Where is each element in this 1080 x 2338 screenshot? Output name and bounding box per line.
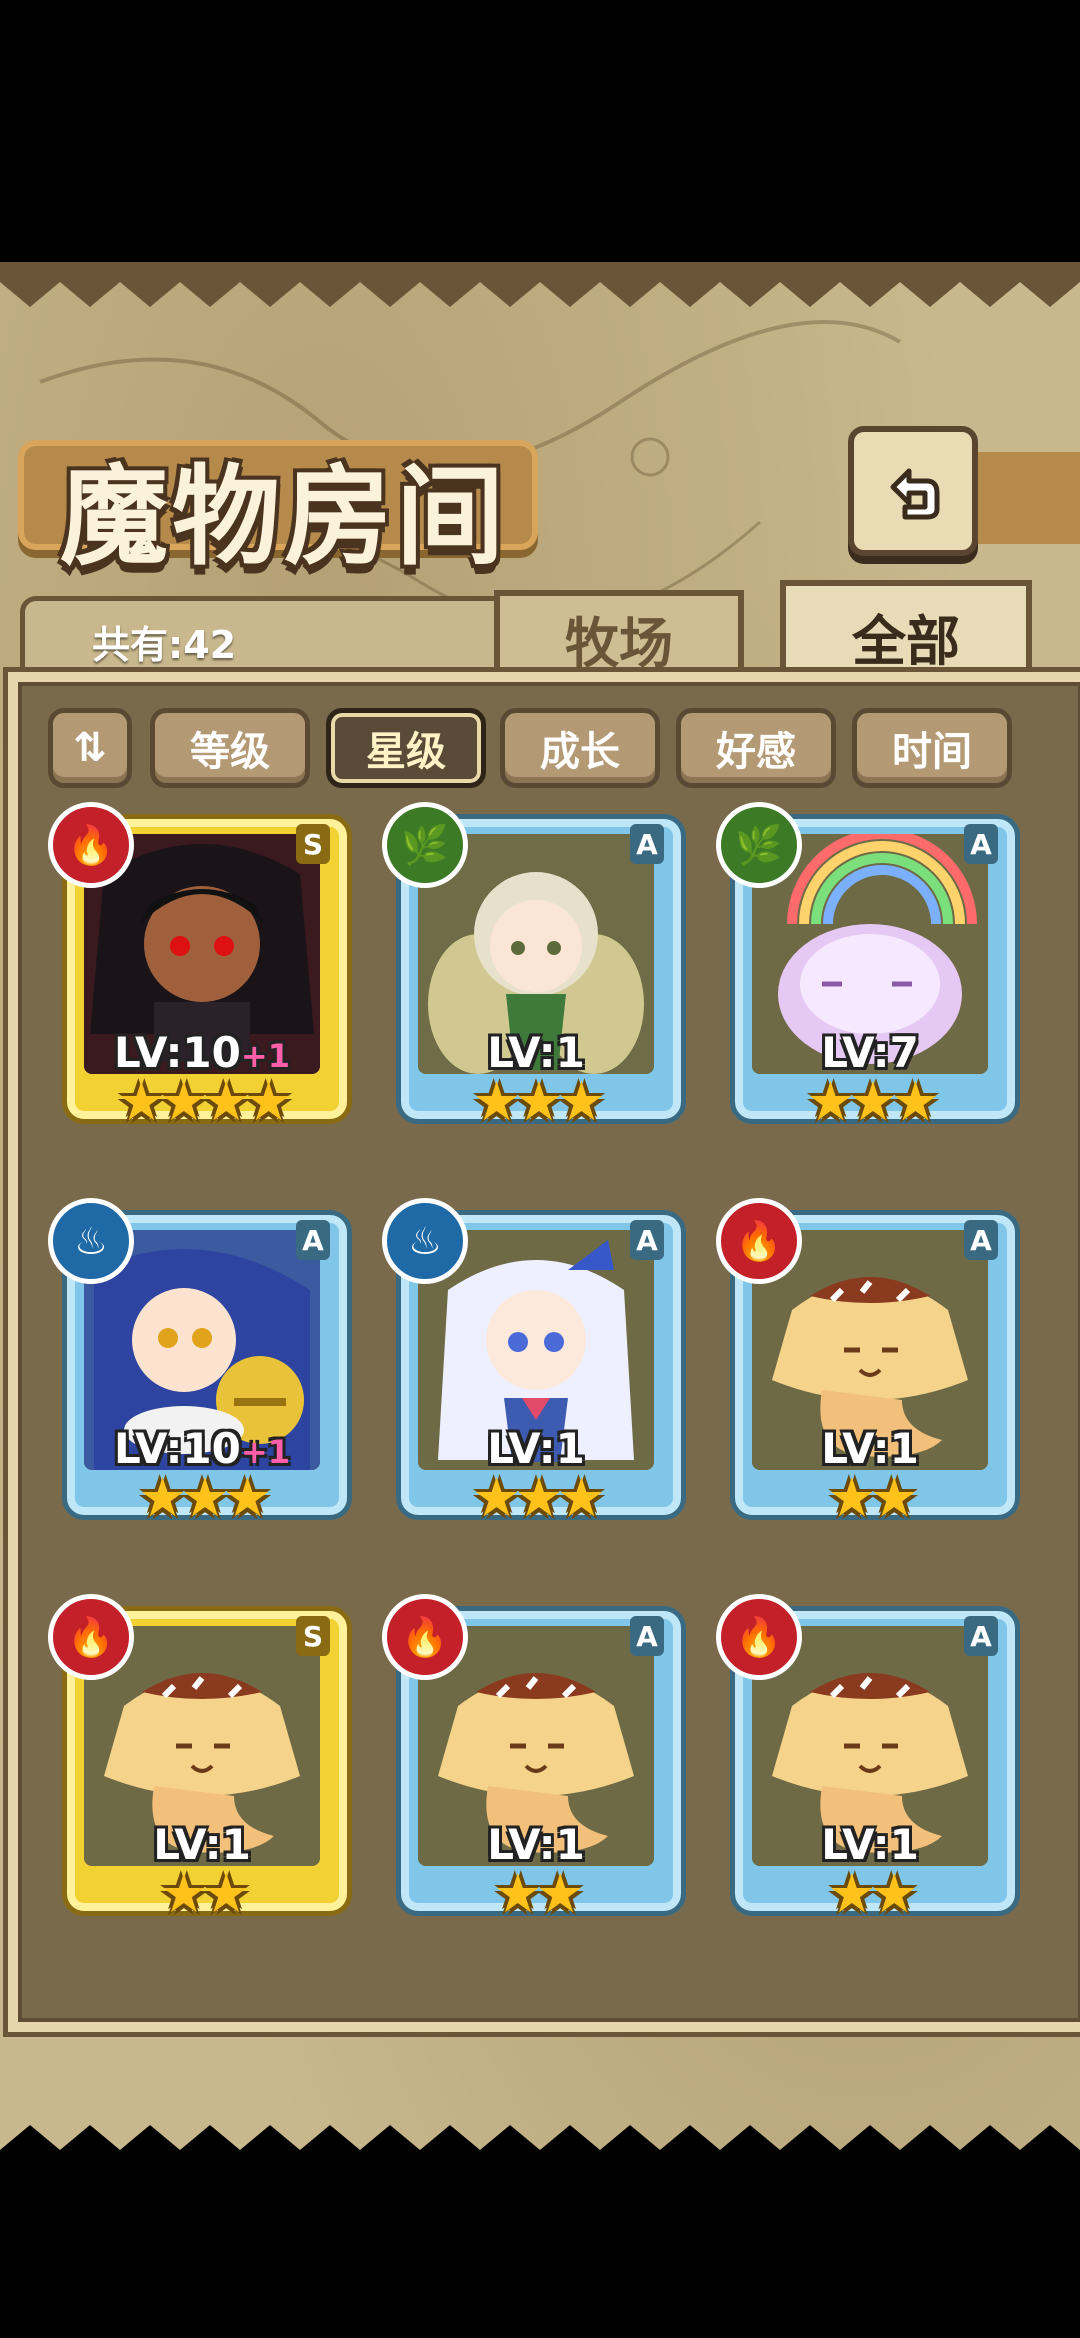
leaf-element-icon: 🌿	[716, 802, 802, 888]
rank-badge: S	[296, 1616, 330, 1656]
monster-card[interactable]: A ♨ LV:1 ★★★	[382, 1198, 686, 1530]
tab-all[interactable]: 全部	[780, 580, 1032, 686]
bottom-torn-edge	[0, 2125, 1080, 2180]
monster-card[interactable]: S 🔥 LV:10+1 ★★★★	[48, 802, 352, 1134]
star-rating: ★★★★	[117, 1070, 293, 1133]
leaf-element-icon: 🌿	[382, 802, 468, 888]
monster-card[interactable]: A 🌿 LV:7 ★★★	[716, 802, 1020, 1134]
star-rating: ★★★	[806, 1070, 939, 1133]
rank-badge: A	[964, 1616, 998, 1656]
sort-time-button[interactable]: 时间	[852, 708, 1012, 788]
sort-star-button[interactable]: 星级	[326, 708, 486, 788]
top-letterbox	[0, 0, 1080, 262]
rank-badge: A	[964, 824, 998, 864]
monster-card[interactable]: A 🌿 LV:1 ★★★	[382, 802, 686, 1134]
back-button[interactable]	[848, 426, 978, 556]
water-element-icon: ♨	[48, 1198, 134, 1284]
star-rating: ★★	[827, 1862, 919, 1925]
star-rating: ★★★	[472, 1466, 605, 1529]
monster-card[interactable]: A 🔥 LV:1 ★★	[716, 1594, 1020, 1926]
top-torn-edge	[0, 262, 1080, 307]
tab-farm-label: 牧场	[565, 611, 673, 675]
fire-element-icon: 🔥	[48, 1594, 134, 1680]
fire-element-icon: 🔥	[716, 1198, 802, 1284]
water-element-icon: ♨	[382, 1198, 468, 1284]
sort-growth-button[interactable]: 成长	[500, 708, 660, 788]
star-rating: ★★	[827, 1466, 919, 1529]
fire-element-icon: 🔥	[716, 1594, 802, 1680]
rank-badge: A	[630, 824, 664, 864]
fire-element-icon: 🔥	[48, 802, 134, 888]
monster-card[interactable]: A 🔥 LV:1 ★★	[716, 1198, 1020, 1530]
rank-badge: A	[630, 1616, 664, 1656]
rank-badge: A	[630, 1220, 664, 1260]
sort-order-toggle[interactable]: ⇅	[48, 708, 132, 788]
page-title: 魔物房间	[60, 454, 509, 580]
monster-card[interactable]: A ♨ LV:10+1 ★★★	[48, 1198, 352, 1530]
star-rating: ★★	[159, 1862, 251, 1925]
star-rating: ★★★	[472, 1070, 605, 1133]
back-button-strip	[960, 452, 1080, 544]
bottom-letterbox	[0, 2178, 1080, 2338]
tab-farm[interactable]: 牧场	[494, 590, 744, 680]
rank-badge: A	[296, 1220, 330, 1260]
rank-badge: S	[296, 824, 330, 864]
sort-level-button[interactable]: 等级	[150, 708, 310, 788]
monster-card[interactable]: A 🔥 LV:1 ★★	[382, 1594, 686, 1926]
star-rating: ★★	[493, 1862, 585, 1925]
tab-all-label: 全部	[852, 609, 960, 673]
sort-affection-button[interactable]: 好感	[676, 708, 836, 788]
fire-element-icon: 🔥	[382, 1594, 468, 1680]
star-rating: ★★★	[138, 1466, 271, 1529]
return-arrow-icon	[890, 468, 940, 520]
sort-order-icon: ⇅	[73, 725, 107, 771]
monster-count: 共有:42	[92, 623, 237, 667]
rank-badge: A	[964, 1220, 998, 1260]
monster-card[interactable]: S 🔥 LV:1 ★★	[48, 1594, 352, 1926]
